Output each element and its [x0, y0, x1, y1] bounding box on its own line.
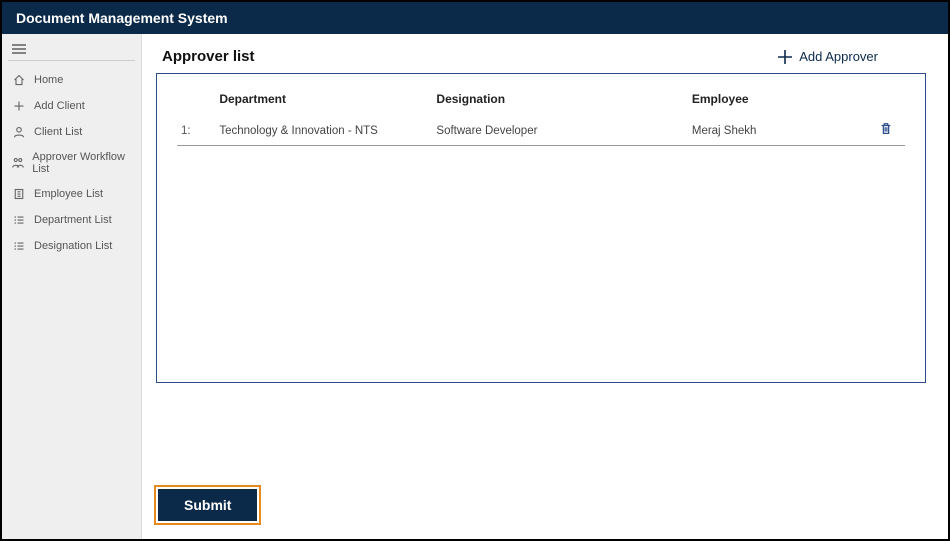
hamburger-icon — [12, 44, 26, 54]
plus-icon — [777, 49, 793, 65]
col-index — [177, 86, 215, 114]
sidebar-item-designation-list[interactable]: Designation List — [8, 233, 135, 259]
sidebar-toggle[interactable] — [8, 42, 135, 61]
page-title: Approver list — [162, 48, 255, 65]
app-header: Document Management System — [2, 2, 948, 34]
col-employee: Employee — [688, 86, 867, 114]
sidebar-item-home[interactable]: Home — [8, 67, 135, 93]
sidebar-item-approver-workflow[interactable]: Approver Workflow List — [8, 145, 135, 181]
user-icon — [12, 125, 26, 139]
home-icon — [12, 73, 26, 87]
sidebar-item-employee-list[interactable]: Employee List — [8, 181, 135, 207]
sidebar-item-add-client[interactable]: Add Client — [8, 93, 135, 119]
add-approver-label: Add Approver — [799, 49, 878, 64]
submit-button[interactable]: Submit — [158, 489, 257, 521]
sidebar-item-client-list[interactable]: Client List — [8, 119, 135, 145]
app-frame: Document Management System Home Add Clie… — [0, 0, 950, 541]
cell-designation: Software Developer — [432, 114, 687, 146]
submit-area: Submit — [156, 434, 926, 521]
col-department: Department — [215, 86, 432, 114]
main-content: Approver list Add Approver Department De… — [142, 34, 948, 539]
app-body: Home Add Client Client List Approver Wor… — [2, 34, 948, 539]
cell-index: 1: — [177, 114, 215, 146]
trash-icon — [879, 122, 893, 136]
plus-icon — [12, 99, 26, 113]
add-approver-button[interactable]: Add Approver — [777, 49, 926, 65]
cell-employee: Meraj Shekh — [688, 114, 867, 146]
col-designation: Designation — [432, 86, 687, 114]
col-actions — [867, 86, 905, 114]
table-row: 1: Technology & Innovation - NTS Softwar… — [177, 114, 905, 146]
app-title: Document Management System — [16, 10, 228, 26]
sidebar-item-label: Designation List — [34, 240, 112, 252]
sidebar-item-label: Home — [34, 74, 63, 86]
employee-icon — [12, 187, 26, 201]
sidebar-item-department-list[interactable]: Department List — [8, 207, 135, 233]
table-header-row: Department Designation Employee — [177, 86, 905, 114]
sidebar-item-label: Approver Workflow List — [32, 151, 131, 175]
approver-table: Department Designation Employee 1: Techn… — [177, 86, 905, 146]
title-row: Approver list Add Approver — [156, 48, 926, 65]
list-icon — [12, 239, 26, 253]
approver-card: Department Designation Employee 1: Techn… — [156, 73, 926, 383]
sidebar-item-label: Employee List — [34, 188, 103, 200]
cell-department: Technology & Innovation - NTS — [215, 114, 432, 146]
sidebar-item-label: Department List — [34, 214, 112, 226]
list-icon — [12, 213, 26, 227]
workflow-icon — [12, 156, 24, 170]
sidebar-item-label: Client List — [34, 126, 82, 138]
sidebar: Home Add Client Client List Approver Wor… — [2, 34, 142, 539]
delete-button[interactable] — [879, 127, 893, 139]
sidebar-item-label: Add Client — [34, 100, 85, 112]
